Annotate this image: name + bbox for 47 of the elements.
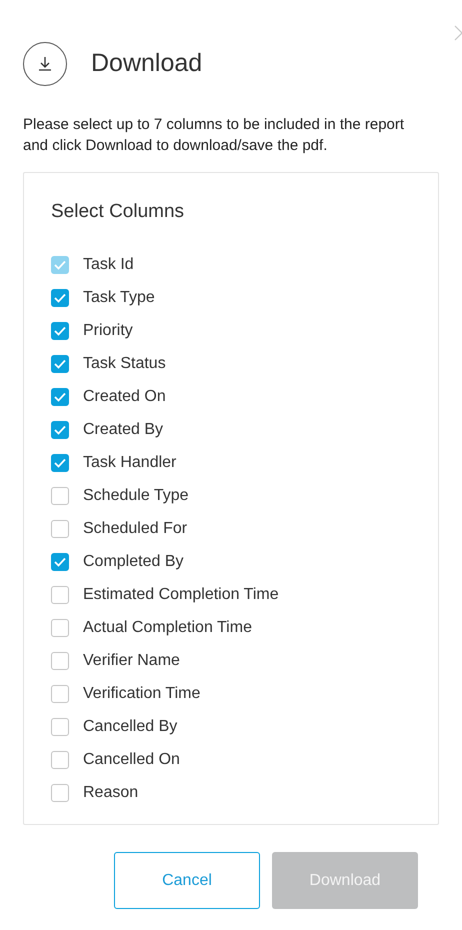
dialog-title: Download: [91, 48, 202, 80]
checkbox[interactable]: [51, 750, 69, 768]
column-label: Priority: [83, 320, 133, 340]
checkmark-icon: [54, 358, 66, 368]
column-label: Task Id: [83, 254, 134, 274]
section-title: Select Columns: [51, 200, 186, 224]
checkbox[interactable]: [51, 784, 69, 802]
column-label: Estimated Completion Time: [83, 584, 279, 604]
column-label: Verification Time: [83, 684, 200, 704]
column-label: Scheduled For: [83, 518, 188, 538]
checkbox[interactable]: [51, 552, 69, 570]
checkbox[interactable]: [51, 520, 69, 538]
checkmark-icon: [54, 392, 66, 402]
column-label: Schedule Type: [83, 486, 189, 506]
column-label: Reason: [83, 782, 138, 802]
column-label: Created By: [83, 420, 164, 440]
checkbox[interactable]: [51, 684, 69, 702]
checkbox[interactable]: [51, 652, 69, 670]
instructions-text: Please select up to 7 columns to be included in the report and click Download to download/save the pdf.: [23, 115, 406, 156]
checkbox[interactable]: [51, 322, 69, 340]
checkbox[interactable]: [51, 454, 69, 472]
column-label: Cancelled By: [83, 716, 178, 736]
column-label: Cancelled On: [83, 750, 180, 770]
checkbox[interactable]: [51, 388, 69, 406]
checkmark-icon: [54, 260, 66, 270]
checkbox[interactable]: [51, 618, 69, 636]
column-label: Task Type: [83, 288, 155, 308]
checkmark-icon: [54, 292, 66, 302]
chevron-right-icon[interactable]: [454, 25, 462, 41]
cancel-button[interactable]: Cancel: [114, 852, 260, 909]
checkbox[interactable]: [51, 288, 69, 306]
checkbox[interactable]: [51, 354, 69, 372]
column-label: Created On: [83, 386, 166, 406]
checkmark-icon: [54, 556, 66, 566]
column-label: Actual Completion Time: [83, 618, 252, 638]
checkbox[interactable]: [51, 586, 69, 604]
checkbox[interactable]: [51, 420, 69, 438]
column-label: Task Handler: [83, 452, 176, 472]
checkmark-icon: [54, 326, 66, 336]
column-label: Verifier Name: [83, 650, 180, 670]
column-label: Task Status: [83, 354, 166, 374]
checkmark-icon: [54, 424, 66, 434]
checkmark-icon: [54, 458, 66, 468]
checkbox[interactable]: [51, 486, 69, 504]
checkbox[interactable]: [51, 718, 69, 736]
column-label: Completed By: [83, 552, 184, 572]
download-icon: [23, 42, 67, 86]
